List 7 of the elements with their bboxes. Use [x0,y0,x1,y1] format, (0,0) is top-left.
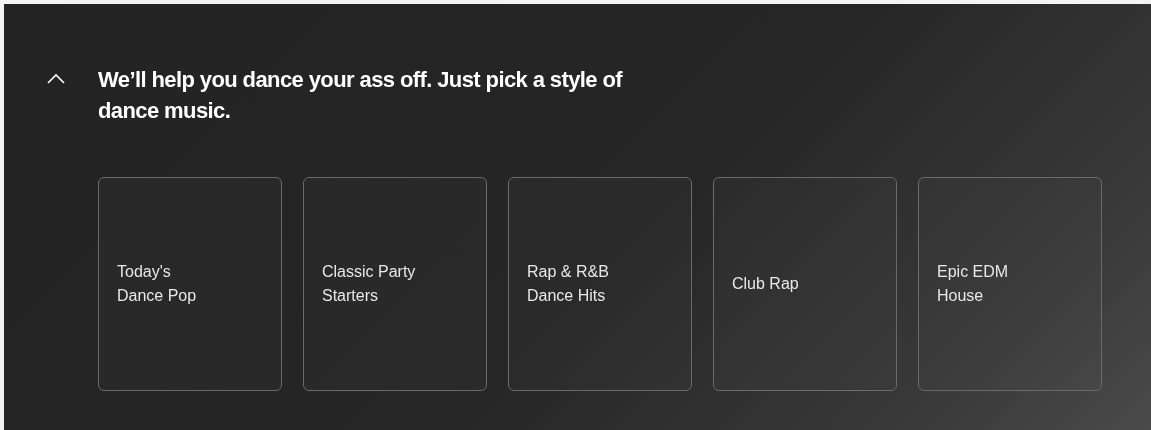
playlist-card[interactable]: Epic EDM House [918,177,1102,391]
playlist-card[interactable]: Classic Party Starters [303,177,487,391]
playlist-card[interactable]: Today's Dance Pop [98,177,282,391]
section-heading: We’ll help you dance your ass off. Just pick a style of dance music. [98,66,624,125]
playlist-card[interactable]: Rap & R&B Dance Hits [508,177,692,391]
chevron-icon [46,72,66,86]
playlist-card[interactable]: Club Rap [713,177,897,391]
